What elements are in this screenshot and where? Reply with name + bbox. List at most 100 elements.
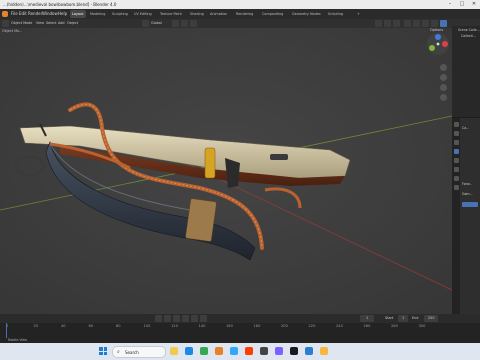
material-tab-icon[interactable] — [453, 185, 459, 190]
status-text: Rotate View — [8, 338, 28, 342]
timeline-frame-label: 220 — [308, 324, 316, 328]
viewport-canvas — [0, 28, 452, 314]
steam-icon[interactable] — [290, 347, 298, 355]
window-title-bar: ...(hidden)...\medieval bow\bowbom.blend… — [0, 0, 480, 9]
timeline-frame-label: 80 — [116, 324, 121, 328]
tab-sculpting[interactable]: Sculpting — [110, 10, 130, 18]
blender-logo-icon[interactable] — [2, 11, 8, 17]
shading-rendered-icon[interactable] — [440, 20, 447, 27]
close-icon[interactable]: ✕ — [468, 0, 480, 9]
timeline-frame-label: 160 — [226, 324, 233, 328]
menu-edit[interactable]: Edit — [19, 11, 27, 16]
play-reverse-icon[interactable] — [173, 315, 180, 322]
navigation-gizmo[interactable] — [426, 32, 450, 56]
end-frame-field[interactable]: 250 — [424, 315, 439, 322]
blender-icon[interactable] — [215, 347, 223, 355]
tab-compositing[interactable]: Compositing — [260, 10, 285, 18]
edge-icon[interactable] — [185, 347, 193, 355]
properties-label: Gam... — [462, 192, 473, 196]
top-menu-bar: File Edit Render Window Help Layout Mode… — [0, 9, 480, 26]
tab-geometry-nodes[interactable]: Geometry Nodes — [290, 10, 323, 18]
zbrush-icon[interactable] — [260, 347, 268, 355]
snap-icon[interactable] — [181, 20, 188, 27]
search-icon: ⌕ — [117, 348, 120, 355]
timeline-frame-label: 100 — [143, 324, 151, 328]
zoom-icon[interactable] — [440, 64, 447, 71]
transform-orientation-selector[interactable]: Global — [151, 20, 162, 27]
timeline-header: 1 Start 1 End 250 — [0, 314, 480, 323]
minimize-icon[interactable]: – — [444, 0, 456, 9]
options-button[interactable]: Options — [430, 28, 443, 32]
search-input[interactable]: ⌕ Search — [112, 346, 166, 358]
window-title: ...(hidden)...\medieval bow\bowbom.blend… — [3, 2, 117, 7]
menu-select[interactable]: Select — [46, 20, 56, 27]
menu-object[interactable]: Object — [67, 20, 78, 27]
proportional-edit-icon[interactable] — [190, 20, 197, 27]
properties-active-field[interactable] — [462, 202, 478, 207]
chrome-icon[interactable] — [200, 347, 208, 355]
output-tab-icon[interactable] — [453, 140, 459, 145]
jump-start-icon[interactable] — [155, 315, 162, 322]
vscode-icon[interactable] — [305, 347, 313, 355]
menu-render[interactable]: Render — [28, 11, 42, 16]
shading-material-icon[interactable] — [431, 20, 438, 27]
camera-view-icon[interactable] — [440, 84, 447, 91]
maximize-icon[interactable]: □ — [456, 0, 468, 9]
viewport-mode-label: Object Mo... — [2, 29, 23, 33]
play-icon[interactable] — [182, 315, 189, 322]
perspective-toggle-icon[interactable] — [440, 94, 447, 101]
properties-label: Ca... — [462, 126, 470, 130]
outliner-item[interactable]: Collecti... — [461, 34, 480, 38]
3d-viewport[interactable]: Options Object Mo... — [0, 28, 452, 314]
prev-keyframe-icon[interactable] — [164, 315, 171, 322]
gizmo-icon[interactable] — [384, 20, 391, 27]
xray-icon[interactable] — [404, 20, 411, 27]
photoshop-icon[interactable] — [230, 347, 238, 355]
timeline-frame-label: 200 — [281, 324, 288, 328]
timeline-frame-label: 180 — [253, 324, 261, 328]
playhead[interactable] — [6, 323, 7, 338]
world-tab-icon[interactable] — [453, 158, 459, 163]
menu-add[interactable]: Add — [58, 20, 65, 27]
overlays-icon[interactable] — [393, 20, 400, 27]
tab-shading[interactable]: Shading — [188, 10, 206, 18]
substance-painter-icon[interactable] — [245, 347, 253, 355]
shading-wireframe-icon[interactable] — [413, 20, 420, 27]
windows-icon[interactable] — [97, 346, 109, 356]
menu-help[interactable]: Help — [58, 11, 67, 16]
menu-window[interactable]: Window — [42, 11, 58, 16]
transform-orientation-icon[interactable] — [142, 20, 149, 27]
render-tab-icon[interactable] — [453, 131, 459, 136]
timeline-frame-label: 240 — [336, 324, 343, 328]
tab-animation[interactable]: Animation — [208, 10, 229, 18]
timeline-frame-label: 60 — [88, 324, 94, 328]
menu-file[interactable]: File — [11, 11, 18, 16]
current-frame-field[interactable]: 1 — [360, 315, 375, 322]
tab-uv-editing[interactable]: UV Editing — [132, 10, 154, 18]
start-frame-field[interactable]: 1 — [398, 315, 409, 322]
jump-end-icon[interactable] — [200, 315, 207, 322]
pivot-icon[interactable] — [172, 20, 179, 27]
tab-modeling[interactable]: Modeling — [88, 10, 107, 18]
shading-solid-icon[interactable] — [422, 20, 429, 27]
mode-selector[interactable]: Object Mode — [11, 20, 32, 27]
object-tab-icon[interactable] — [453, 167, 459, 172]
pan-icon[interactable] — [440, 74, 447, 81]
marmoset-icon[interactable] — [275, 347, 283, 355]
outliner-panel[interactable]: Scene Colle... Collecti... — [452, 19, 480, 117]
outliner-item[interactable]: Scene Colle... — [458, 28, 480, 32]
editor-type-icon[interactable] — [2, 20, 9, 27]
tab-rendering[interactable]: Rendering — [234, 10, 255, 18]
menu-view[interactable]: View — [36, 20, 44, 27]
tab-scripting[interactable]: Scripting — [326, 10, 345, 18]
scene-tab-icon[interactable] — [453, 149, 459, 154]
next-keyframe-icon[interactable] — [191, 315, 198, 322]
add-workspace-icon[interactable]: + — [355, 10, 362, 18]
tab-texture-paint[interactable]: Texture Paint — [158, 10, 184, 18]
file-explorer-icon[interactable] — [170, 347, 178, 355]
tab-layout[interactable]: Layout — [70, 10, 86, 18]
tool-tab-icon[interactable] — [453, 122, 459, 127]
notes-icon[interactable] — [320, 347, 328, 355]
visibility-icon[interactable] — [375, 20, 382, 27]
modifier-tab-icon[interactable] — [453, 176, 459, 181]
